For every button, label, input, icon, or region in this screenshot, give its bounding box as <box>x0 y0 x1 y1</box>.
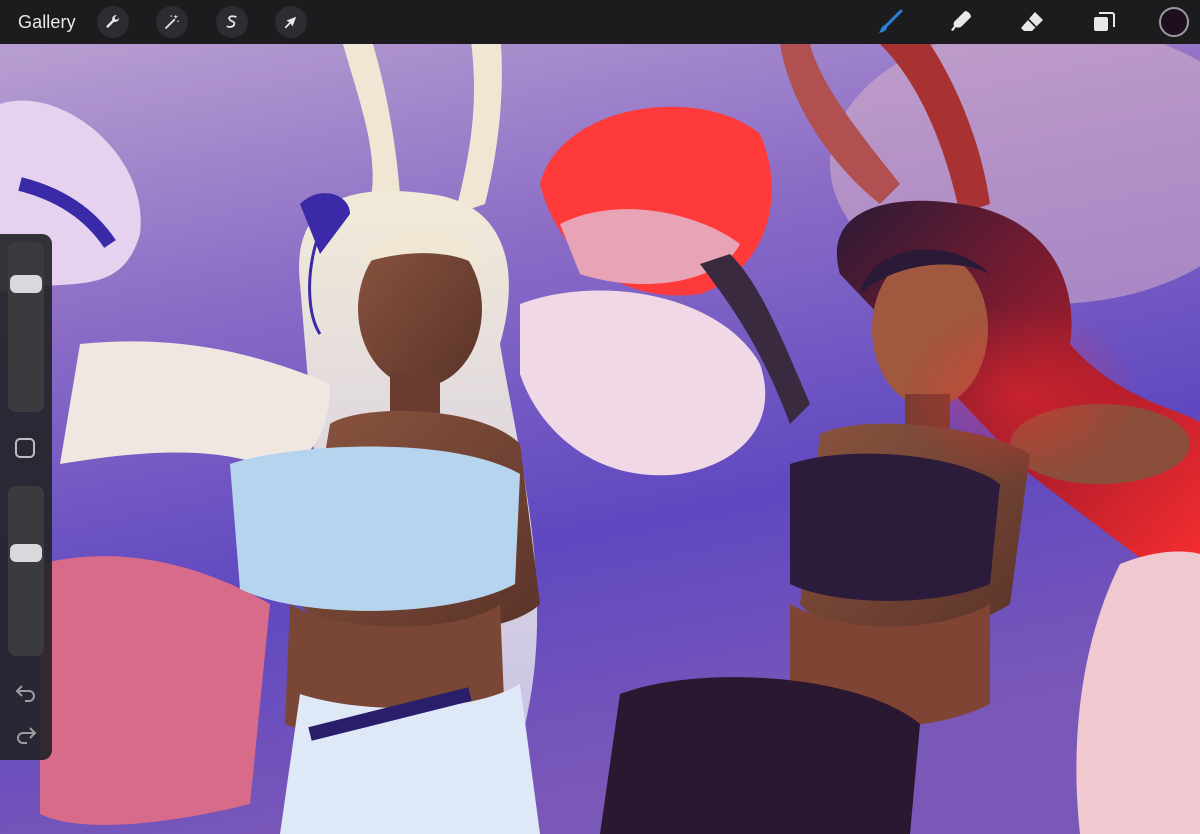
adjustments-magic-wand-icon[interactable] <box>156 6 188 38</box>
undo-icon[interactable] <box>14 682 38 702</box>
eraser-icon <box>1021 12 1043 31</box>
smudge-tool[interactable] <box>947 8 975 36</box>
wrench-icon <box>106 15 120 28</box>
layers-icon <box>1094 12 1115 31</box>
top-toolbar: Gallery <box>0 0 1200 44</box>
arrow-cursor-icon <box>284 16 297 29</box>
brush-size-slider[interactable] <box>8 242 44 412</box>
artwork-painting <box>0 44 1200 834</box>
gallery-button[interactable]: Gallery <box>18 11 76 33</box>
square-modifier-icon[interactable] <box>15 438 35 458</box>
opacity-slider[interactable] <box>8 486 44 656</box>
redo-icon[interactable] <box>14 724 38 744</box>
layers-tool[interactable] <box>1090 8 1118 36</box>
selection-s-icon-glyph <box>226 15 237 28</box>
drawing-canvas[interactable] <box>0 44 1200 834</box>
opacity-slider-thumb[interactable] <box>10 543 42 562</box>
left-sidebar <box>0 234 52 760</box>
magic-wand-icon <box>165 14 179 29</box>
brush-tool[interactable] <box>876 8 904 36</box>
color-picker-swatch[interactable] <box>1159 7 1189 37</box>
brush-icon <box>879 9 903 33</box>
brush-size-slider-thumb[interactable] <box>10 275 42 294</box>
eraser-tool[interactable] <box>1018 8 1046 36</box>
actions-wrench-icon[interactable] <box>97 6 129 38</box>
selection-s-icon[interactable] <box>216 6 248 38</box>
smudge-finger-icon <box>951 11 971 31</box>
transform-arrow-icon[interactable] <box>275 6 307 38</box>
